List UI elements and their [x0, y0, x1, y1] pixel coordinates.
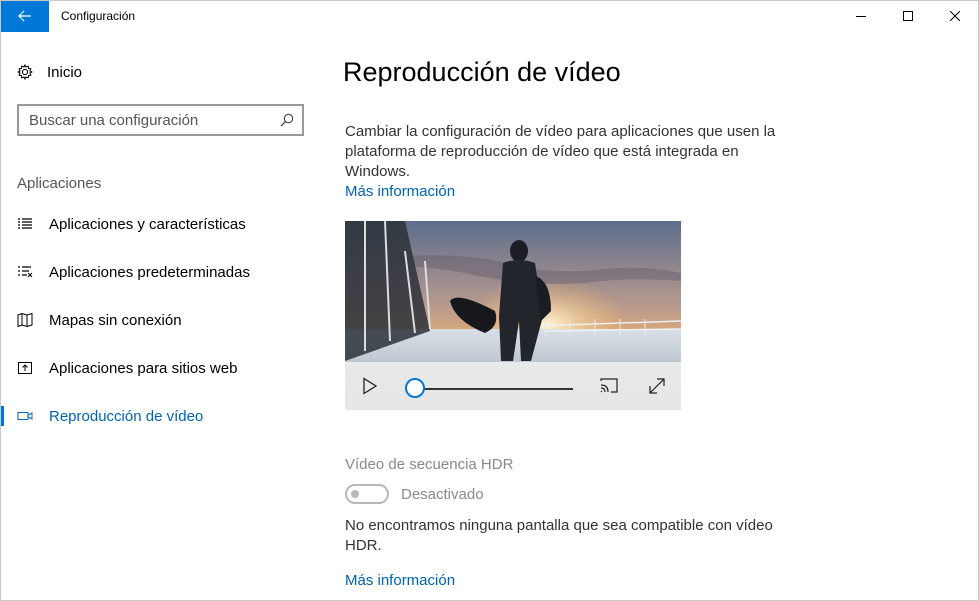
sidebar-item-web-apps[interactable]: Aplicaciones para sitios web — [0, 348, 320, 388]
sidebar-item-video-playback[interactable]: Reproducción de vídeo — [0, 396, 320, 436]
sidebar-item-default-apps[interactable]: Aplicaciones predeterminadas — [0, 252, 320, 292]
window-title: Configuración — [61, 9, 136, 23]
video-controls — [345, 362, 681, 410]
active-indicator — [0, 406, 4, 426]
search-box[interactable] — [17, 104, 304, 136]
section-header: Aplicaciones — [17, 175, 102, 192]
fullscreen-icon[interactable] — [648, 377, 666, 395]
seek-track[interactable] — [417, 388, 573, 390]
sidebar-item-label: Aplicaciones predeterminadas — [49, 263, 250, 281]
more-info-link[interactable]: Más información — [345, 183, 455, 200]
toggle-knob — [351, 490, 359, 498]
hdr-toggle-state: Desactivado — [401, 486, 484, 503]
default-apps-icon — [18, 266, 33, 278]
sidebar-item-label: Aplicaciones para sitios web — [49, 359, 238, 377]
hdr-toggle[interactable] — [345, 484, 389, 504]
page-title: Reproducción de vídeo — [343, 57, 621, 87]
video-icon — [17, 412, 33, 420]
gear-icon — [17, 64, 33, 80]
minimize-icon — [856, 16, 866, 17]
seek-thumb[interactable] — [405, 378, 425, 398]
sidebar-item-label: Aplicaciones y características — [49, 215, 246, 233]
sidebar-item-offline-maps[interactable]: Mapas sin conexión — [0, 300, 320, 340]
close-icon — [950, 11, 960, 21]
sidebar: Inicio Aplicaciones Aplicaciones y carac… — [0, 32, 322, 601]
sidebar-item-apps-features[interactable]: Aplicaciones y características — [0, 204, 320, 244]
back-arrow-icon — [17, 10, 31, 22]
page-description: Cambiar la configuración de vídeo para a… — [345, 123, 776, 180]
hdr-section-title: Vídeo de secuencia HDR — [345, 456, 514, 473]
maximize-icon — [903, 11, 913, 21]
sidebar-item-label: Mapas sin conexión — [49, 311, 182, 329]
back-button[interactable] — [0, 0, 49, 32]
minimize-button[interactable] — [838, 0, 884, 32]
map-icon — [17, 312, 33, 328]
video-preview[interactable] — [345, 221, 681, 410]
hdr-more-info-link[interactable]: Más información — [345, 572, 455, 589]
home-label: Inicio — [47, 63, 83, 81]
close-button[interactable] — [932, 0, 978, 32]
web-apps-icon — [18, 362, 32, 374]
sidebar-item-label: Reproducción de vídeo — [49, 407, 204, 425]
cast-icon[interactable] — [599, 377, 619, 395]
maximize-button[interactable] — [885, 0, 931, 32]
home-link[interactable]: Inicio — [17, 62, 82, 82]
hdr-note: No encontramos ninguna pantalla que sea … — [345, 517, 773, 554]
title-bar: Configuración — [0, 0, 979, 32]
play-icon[interactable] — [362, 377, 378, 395]
list-icon — [18, 218, 32, 229]
search-input[interactable] — [29, 111, 269, 129]
search-icon — [280, 113, 294, 127]
